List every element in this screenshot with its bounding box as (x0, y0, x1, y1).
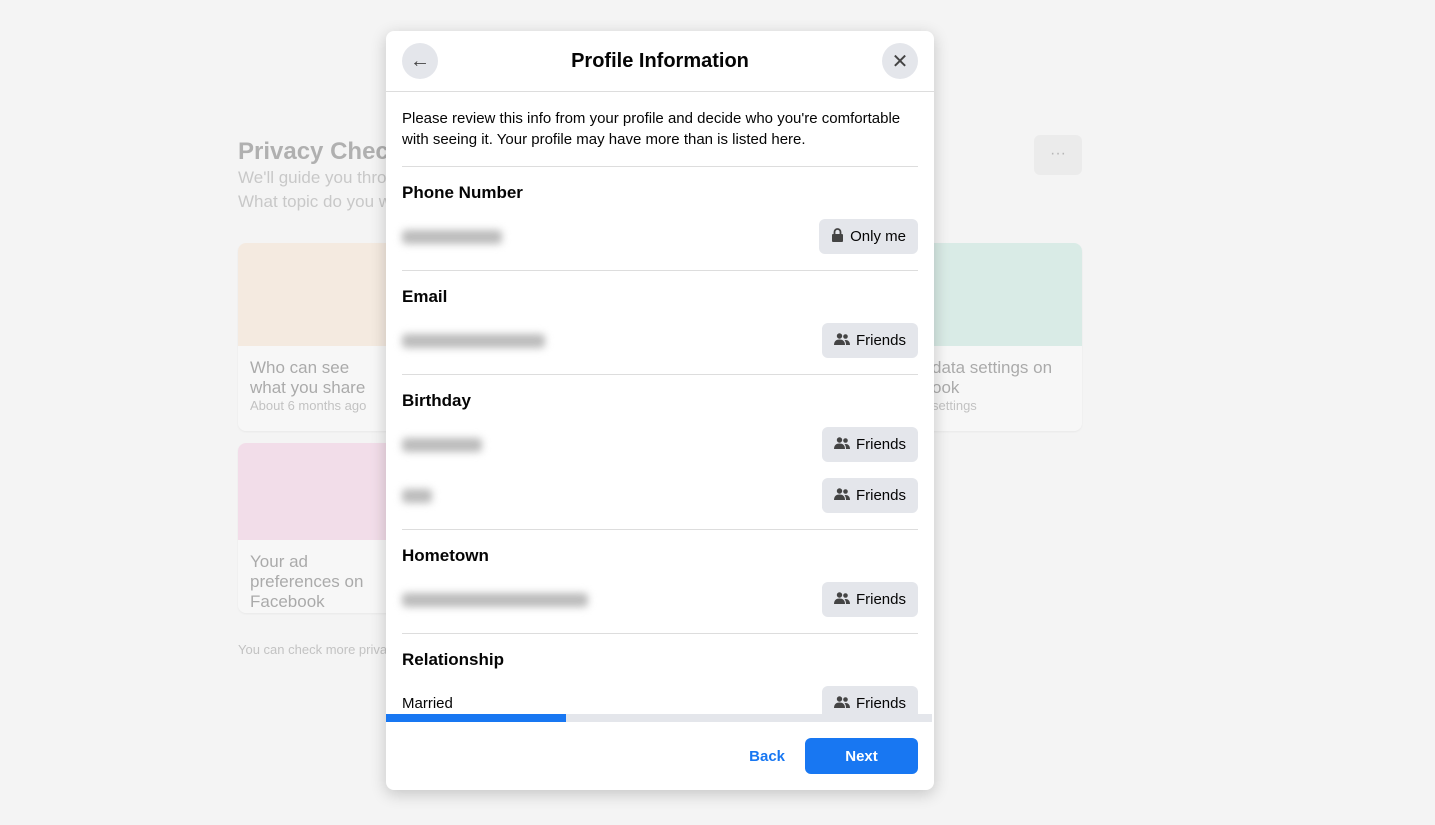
audience-selector[interactable]: Friends (821, 582, 918, 617)
page-subtitle: What topic do you w (238, 192, 392, 211)
page-title: Privacy Check (238, 138, 403, 165)
field-row: Married Friends (402, 678, 918, 714)
card-illustration (238, 443, 398, 540)
section-heading: Hometown (402, 546, 489, 565)
audience-selector[interactable]: Friends (821, 427, 918, 462)
field-value: Married (402, 695, 453, 712)
card-illustration (920, 243, 1082, 346)
audience-label: Friends (855, 332, 906, 349)
audience-label: Friends (855, 695, 906, 712)
section-heading: Relationship (402, 650, 505, 669)
close-icon[interactable]: ✕ (882, 43, 918, 79)
progress-bar (386, 714, 932, 722)
progress-fill (386, 714, 567, 722)
card-title: data settings on ook (932, 358, 1053, 397)
friends-icon (833, 332, 850, 349)
hidden-field-value (402, 333, 545, 348)
audience-label: Only me (850, 228, 906, 245)
friends-icon (833, 487, 850, 504)
dialog-header: ← Profile Information ✕ (386, 31, 934, 92)
friends-icon (833, 695, 850, 712)
audience-selector[interactable]: Friends (821, 323, 918, 358)
profile-information-dialog: ← Profile Information ✕ Please review th… (386, 31, 934, 790)
field-row: Friends (402, 315, 918, 366)
section-hometown: Hometown Friends (402, 530, 918, 634)
card-meta: settings (932, 398, 977, 413)
section-heading: Email (402, 287, 448, 306)
hidden-field-value (402, 488, 432, 503)
hidden-field-value (402, 229, 502, 244)
hidden-field-value (402, 592, 588, 607)
lock-icon (831, 227, 844, 246)
topic-card[interactable]: data settings on ook settings (920, 243, 1082, 431)
topic-card[interactable]: Your ad preferences on Facebook (238, 443, 398, 613)
field-row: Friends (402, 419, 918, 470)
intro-text: Please review this info from your profil… (402, 108, 918, 167)
page-subtitle: We'll guide you thro (238, 168, 387, 187)
card-meta: About 6 months ago (250, 398, 367, 413)
back-button[interactable]: Back (749, 748, 785, 765)
section-email: Email Friends (402, 271, 918, 375)
card-title: Your ad preferences on Facebook (250, 552, 364, 611)
section-birthday: Birthday Friends Friends (402, 375, 918, 530)
audience-selector[interactable]: Friends (821, 478, 918, 513)
friends-icon (833, 591, 850, 608)
field-row: Friends (402, 574, 918, 625)
card-illustration (238, 243, 398, 346)
field-row: Only me (402, 211, 918, 262)
friends-icon (833, 436, 850, 453)
back-arrow-icon[interactable]: ← (402, 43, 438, 79)
dialog-title: Profile Information (571, 50, 749, 72)
more-button[interactable]: ··· (1034, 135, 1082, 175)
section-heading: Birthday (402, 391, 471, 410)
section-phone-number: Phone Number Only me (402, 167, 918, 271)
hidden-field-value (402, 437, 482, 452)
next-button[interactable]: Next (805, 738, 918, 774)
section-relationship: Relationship Married Friends (402, 634, 918, 714)
dialog-body: Please review this info from your profil… (386, 92, 934, 714)
audience-selector[interactable]: Friends (821, 686, 918, 714)
card-title: Who can see what you share (250, 358, 366, 397)
audience-label: Friends (855, 436, 906, 453)
topic-card[interactable]: Who can see what you share About 6 month… (238, 243, 398, 431)
section-heading: Phone Number (402, 183, 523, 202)
audience-label: Friends (855, 487, 906, 504)
audience-label: Friends (855, 591, 906, 608)
audience-selector[interactable]: Only me (819, 219, 918, 254)
field-row: Friends (402, 470, 918, 521)
footer-text: You can check more privacy (238, 642, 401, 657)
